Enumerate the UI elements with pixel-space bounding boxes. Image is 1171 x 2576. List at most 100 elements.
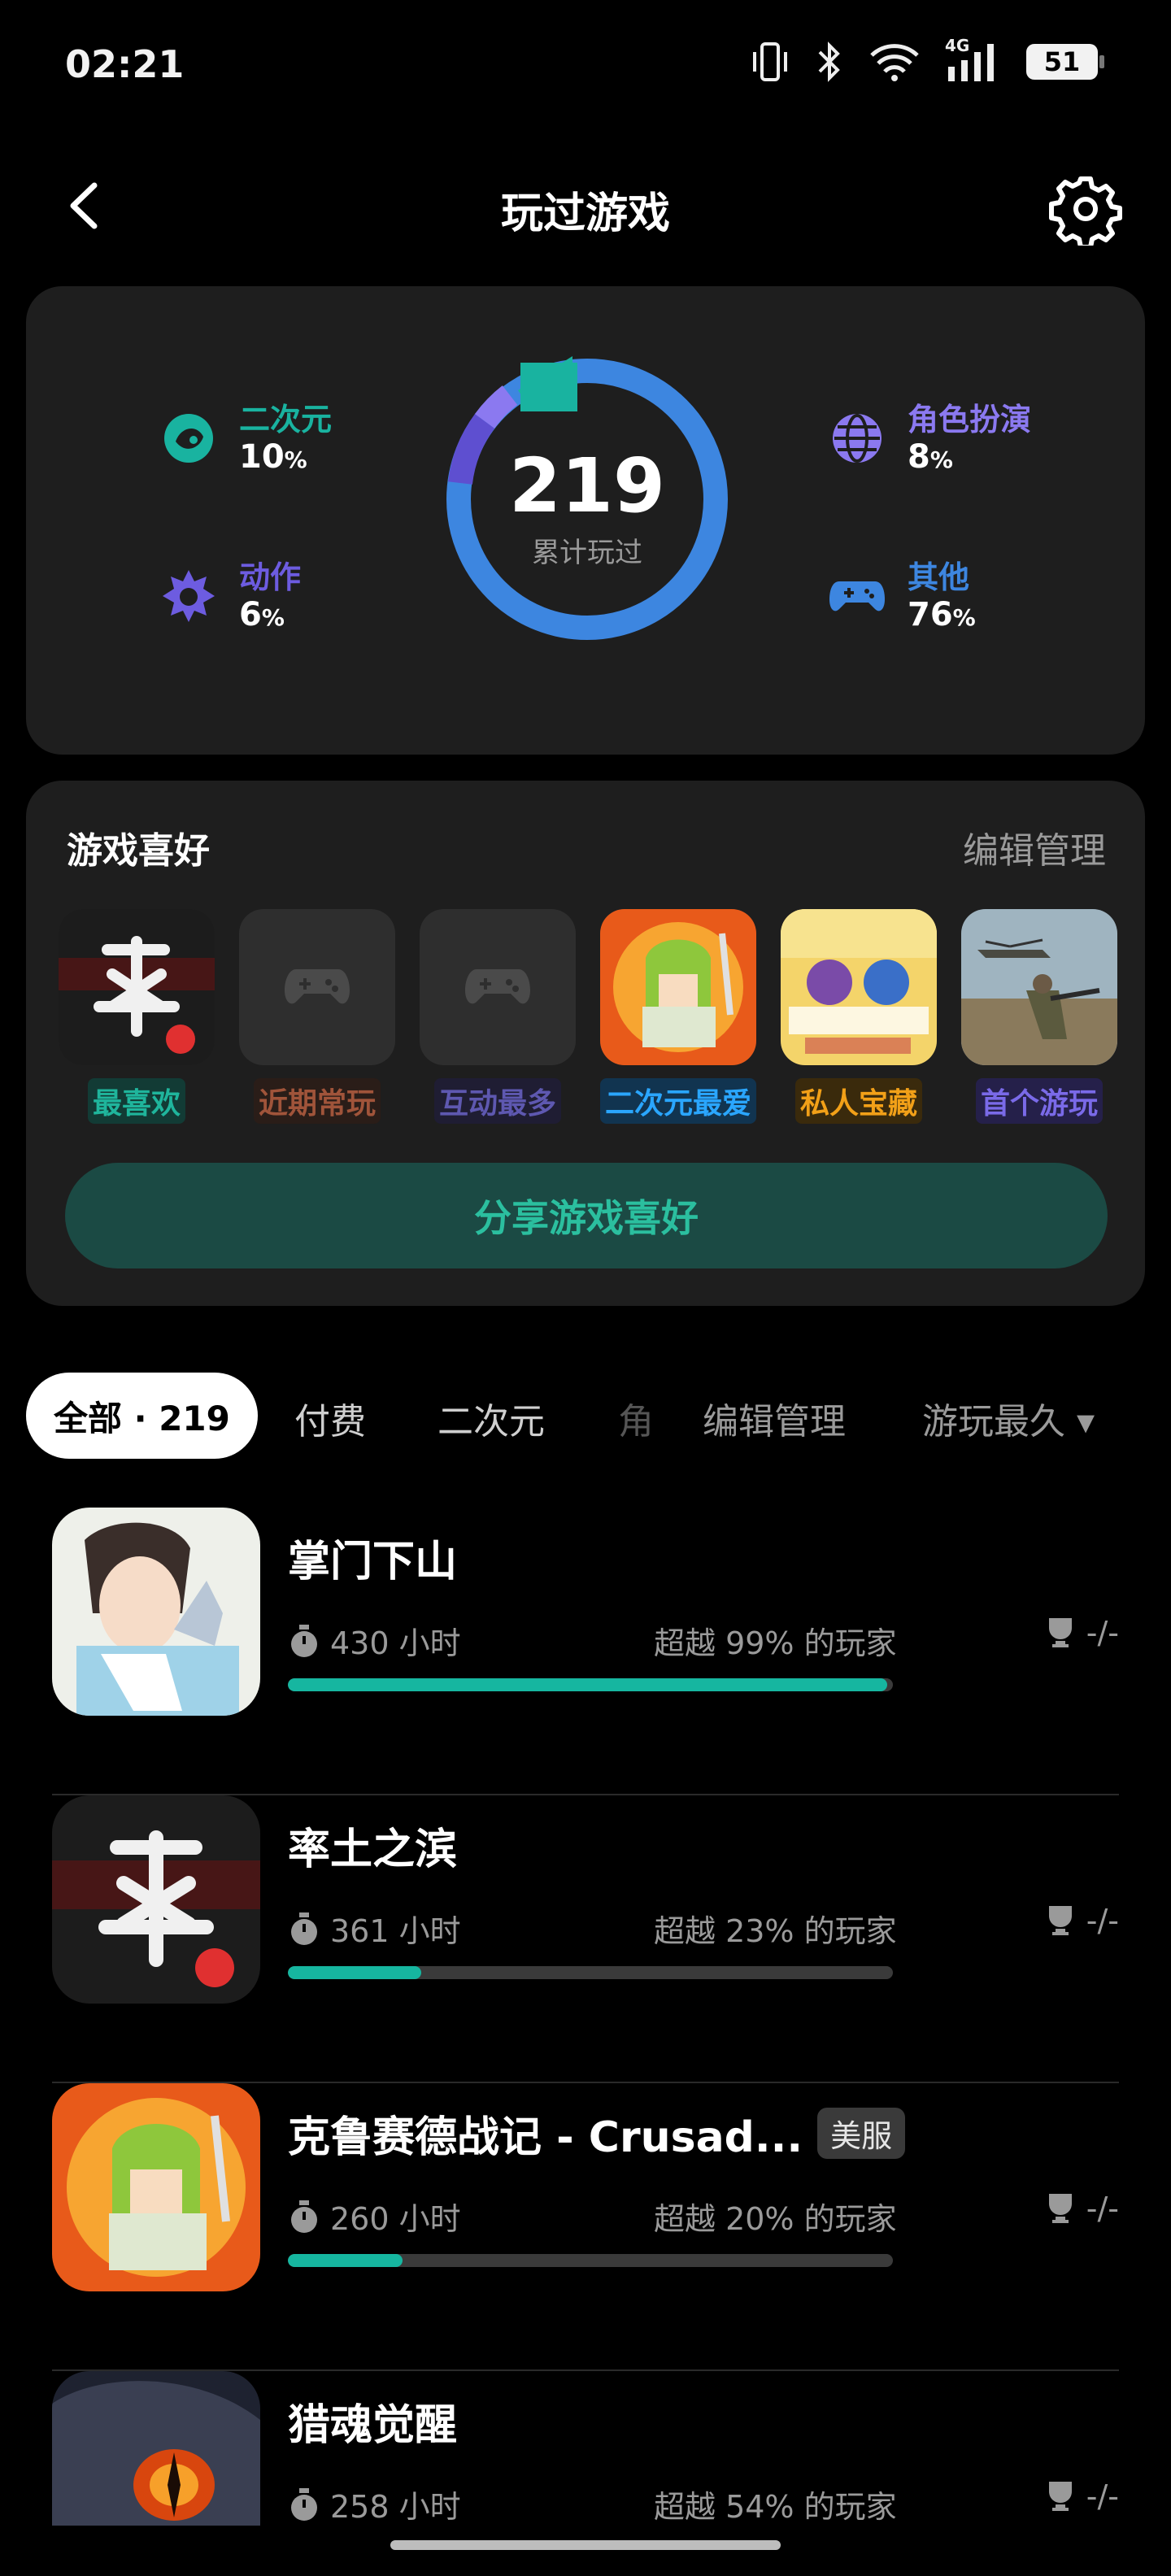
pref-interactive-thumb[interactable] <box>420 909 576 1065</box>
achievement-rank: -/- <box>1086 2191 1119 2226</box>
home-indicator[interactable] <box>390 2540 781 2550</box>
category-action: 动作 6% <box>159 559 301 633</box>
filter-tab-rpg[interactable]: 角 <box>618 1392 654 1444</box>
category-action-pct: 6% <box>239 595 285 633</box>
play-time: 260 小时 <box>288 2194 461 2239</box>
achievement-rank: -/- <box>1086 1615 1119 1651</box>
pref-first-played-label: 首个游玩 <box>975 1078 1103 1124</box>
achievement[interactable]: -/- <box>1046 2478 1119 2514</box>
pref-recent-label: 近期常玩 <box>253 1078 381 1124</box>
trophy-icon <box>1048 2482 1072 2511</box>
play-time: 361 小时 <box>288 1906 461 1951</box>
preferences-title: 游戏喜好 <box>67 830 210 872</box>
game-row[interactable]: 率土之滨 361 小时 超越 23% 的玩家 -/- <box>52 1795 1119 2083</box>
monster-hunter-game-art <box>52 2371 260 2526</box>
progress-bar <box>288 1678 893 1691</box>
play-hours: 361 小时 <box>330 1913 461 1949</box>
pref-private-treasure-label: 私人宝藏 <box>794 1078 922 1124</box>
pref-recent[interactable]: 近期常玩 <box>239 909 395 1124</box>
beat-percentage: 超越 20% 的玩家 <box>654 2201 897 2237</box>
donut-segment-rpg <box>474 385 518 429</box>
gamepad-placeholder-icon <box>285 969 350 1004</box>
pref-first-played-thumb[interactable] <box>961 909 1117 1065</box>
preferences-list: 最喜欢 近期常玩 互动最多 二次元最爱 私人宝藏 首个游玩 <box>59 909 1117 1124</box>
share-preferences-button[interactable]: 分享游戏喜好 <box>65 1163 1108 1268</box>
total-played-label: 累计玩过 <box>532 537 642 569</box>
category-other: 其他 76% <box>828 559 976 633</box>
category-anime-pct: 10% <box>239 437 307 476</box>
status-bar: 02:21 4G 51 <box>0 0 1171 130</box>
pref-favorite[interactable]: 最喜欢 <box>59 909 215 1124</box>
category-rpg-name: 角色扮演 <box>908 402 1032 437</box>
trophy-icon <box>1048 2194 1072 2223</box>
gamepad-placeholder-icon <box>465 969 530 1004</box>
filter-bar: 全部 · 219 付费 二次元 角 编辑管理 游玩最久 ▾ <box>0 1371 1171 1460</box>
donut-center: 219 累计玩过 <box>433 449 742 570</box>
donut-segment-anime-highlight <box>520 363 577 411</box>
achievement[interactable]: -/- <box>1046 1903 1119 1939</box>
cell-signal-icon: 4G <box>945 36 1002 83</box>
stopwatch-icon <box>291 1624 317 1657</box>
pref-favorite-label: 最喜欢 <box>87 1078 185 1124</box>
stopwatch-icon <box>291 1912 317 1945</box>
pref-anime-favorite-label: 二次元最爱 <box>600 1078 757 1124</box>
zhangmen-game-art <box>52 1508 260 1716</box>
preferences-edit-button[interactable]: 编辑管理 <box>963 821 1106 873</box>
category-anime: 二次元 10% <box>159 402 332 475</box>
trophy-icon <box>1048 1618 1072 1647</box>
beat-percentage: 超越 99% 的玩家 <box>654 1625 897 1661</box>
gear-icon[interactable] <box>1049 172 1122 246</box>
progress-bar <box>288 2254 893 2267</box>
pref-private-treasure[interactable]: 私人宝藏 <box>781 909 937 1124</box>
pref-interactive-label: 互动最多 <box>433 1078 561 1124</box>
filter-tab-anime[interactable]: 二次元 <box>437 1392 545 1444</box>
play-hours: 430 小时 <box>330 1625 461 1661</box>
pref-anime-favorite-thumb[interactable] <box>600 909 756 1065</box>
pref-private-treasure-thumb[interactable] <box>781 909 937 1065</box>
military-game-art <box>961 909 1117 1065</box>
play-time: 258 小时 <box>288 2482 461 2526</box>
stopwatch-icon <box>291 2487 317 2521</box>
category-other-name: 其他 <box>908 559 970 595</box>
play-hours: 258 小时 <box>330 2489 461 2525</box>
game-icon[interactable] <box>52 2083 260 2291</box>
wifi-icon <box>870 44 919 81</box>
achievement-rank: -/- <box>1086 1903 1119 1939</box>
progress-bar-fill <box>288 1678 887 1691</box>
stopwatch-icon <box>291 2200 317 2233</box>
play-hours: 260 小时 <box>330 2201 461 2237</box>
battery-level: 51 <box>1043 46 1081 77</box>
region-badge: 美服 <box>817 2108 906 2159</box>
game-icon[interactable] <box>52 2371 260 2526</box>
total-played-count: 219 <box>508 442 666 529</box>
pref-interactive[interactable]: 互动最多 <box>420 909 576 1124</box>
game-icon[interactable] <box>52 1508 260 1716</box>
progress-bar-fill <box>288 1966 421 1979</box>
filter-edit-button[interactable]: 编辑管理 <box>703 1392 846 1444</box>
filter-chip-all[interactable]: 全部 · 219 <box>26 1373 258 1459</box>
pref-anime-favorite[interactable]: 二次元最爱 <box>600 909 757 1124</box>
game-icon[interactable] <box>52 1795 260 2004</box>
achievement[interactable]: -/- <box>1046 2191 1119 2226</box>
sanguo-game-art <box>59 909 215 1065</box>
game-row[interactable]: 克鲁赛德战记 - Crusad... 美服 260 小时 超越 20% 的玩家 -… <box>52 2083 1119 2371</box>
pref-recent-thumb[interactable] <box>239 909 395 1065</box>
crusaders-game-art <box>600 909 756 1065</box>
sanguo-game-art <box>52 1795 260 2004</box>
pref-first-played[interactable]: 首个游玩 <box>961 909 1117 1124</box>
game-preferences-card: 游戏喜好 编辑管理 最喜欢 近期常玩 互动最多 二次元最爱 私人宝藏 首个游玩 … <box>26 781 1145 1306</box>
achievement-rank: -/- <box>1086 2478 1119 2514</box>
filter-tab-paid[interactable]: 付费 <box>294 1392 366 1444</box>
game-row[interactable]: 掌门下山 430 小时 超越 99% 的玩家 -/- <box>52 1508 1119 1795</box>
game-name: 猎魂觉醒 <box>288 2401 458 2450</box>
sort-dropdown[interactable]: 游玩最久 ▾ <box>922 1392 1095 1444</box>
bluetooth-icon <box>818 41 840 82</box>
pref-favorite-thumb[interactable] <box>59 909 215 1065</box>
achievement[interactable]: -/- <box>1046 1615 1119 1651</box>
crusaders-game-art <box>52 2083 260 2291</box>
progress-bar-fill <box>288 2254 403 2267</box>
beat-percentage: 超越 23% 的玩家 <box>654 1913 897 1949</box>
game-row[interactable]: 猎魂觉醒 258 小时 超越 54% 的玩家 -/- <box>52 2371 1119 2526</box>
status-time: 02:21 <box>65 42 185 86</box>
app-header: 玩过游戏 <box>0 163 1171 252</box>
